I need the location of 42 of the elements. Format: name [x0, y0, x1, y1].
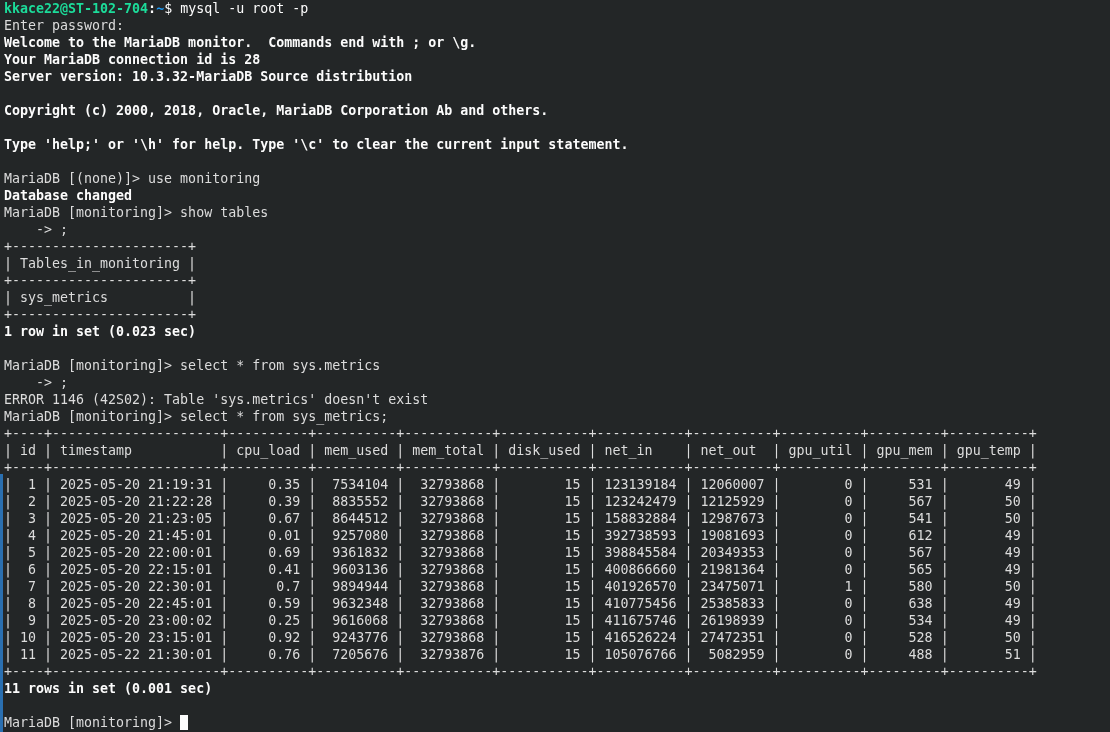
terminal-line: Welcome to the MariaDB monitor. Commands end with ; or \g.	[4, 34, 477, 51]
separator: :	[148, 0, 157, 17]
terminal-line: 11 rows in set (0.001 sec)	[4, 680, 213, 697]
terminal-line: +----+---------------------+----------+----------+-----------+-----------+-----------+----------+----------+---------+----------+	[4, 459, 1037, 476]
terminal-line: ERROR 1146 (42S02): Table 'sys.metrics' doesn't exist	[4, 391, 429, 408]
terminal-line: -> ;	[35, 221, 69, 238]
terminal-line: -> ;	[35, 374, 69, 391]
terminal-line: Enter password:	[4, 17, 125, 34]
terminal-line: MariaDB [monitoring]> select * from sys.metrics	[4, 357, 381, 374]
terminal-line: +----------------------+	[4, 272, 197, 289]
terminal-line: | 6 | 2025-05-20 22:15:01 | 0.41 | 9603136 | 32793868 | 15 | 400866660 | 21981364 | 0 | 565 | 49 |	[4, 561, 1037, 578]
terminal-line: | 10 | 2025-05-20 23:15:01 | 0.92 | 9243776 | 32793868 | 15 | 416526224 | 27472351 | 0 | 528 | 50 |	[4, 629, 1037, 646]
terminal-line: | 7 | 2025-05-20 22:30:01 | 0.7 | 9894944 | 32793868 | 15 | 401926570 | 23475071 | 1 | 580 | 50 |	[4, 578, 1037, 595]
terminal-line: +----------------------+	[4, 306, 197, 323]
terminal-line: | 4 | 2025-05-20 21:45:01 | 0.01 | 9257080 | 32793868 | 15 | 392738593 | 19081693 | 0 | 612 | 49 |	[4, 527, 1037, 544]
terminal-line: | Tables_in_monitoring |	[4, 255, 197, 272]
terminal-line: MariaDB [monitoring]> show tables	[4, 204, 269, 221]
terminal-line: | id | timestamp | cpu_load | mem_used | mem_total | disk_used | net_in | net_out | gpu_util | gpu_mem | gpu_temp |	[4, 442, 1037, 459]
terminal-line: | 5 | 2025-05-20 22:00:01 | 0.69 | 9361832 | 32793868 | 15 | 398845584 | 20349353 | 0 | 567 | 49 |	[4, 544, 1037, 561]
terminal-line: Server version: 10.3.32-MariaDB Source distribution	[4, 68, 413, 85]
terminal-line: Your MariaDB connection id is 28	[4, 51, 261, 68]
terminal-line: | sys_metrics |	[4, 289, 197, 306]
terminal-line: | 3 | 2025-05-20 21:23:05 | 0.67 | 8644512 | 32793868 | 15 | 158832884 | 12987673 | 0 | 541 | 50 |	[4, 510, 1037, 527]
prompt-symbol: $	[164, 0, 173, 17]
terminal-line: | 2 | 2025-05-20 21:22:28 | 0.39 | 8835552 | 32793868 | 15 | 123242479 | 12125929 | 0 | 567 | 50 |	[4, 493, 1037, 510]
prompt-text: MariaDB [monitoring]>	[4, 714, 174, 731]
command-text: mysql -u root -p	[179, 0, 309, 17]
terminal-line: +----+---------------------+----------+----------+-----------+-----------+-----------+----------+----------+---------+----------+	[4, 663, 1037, 680]
terminal-line: | 9 | 2025-05-20 23:00:02 | 0.25 | 9616068 | 32793868 | 15 | 411675746 | 26198939 | 0 | 534 | 49 |	[4, 612, 1037, 629]
terminal-line: | 8 | 2025-05-20 22:45:01 | 0.59 | 9632348 | 32793868 | 15 | 410775456 | 25385833 | 0 | 638 | 49 |	[4, 595, 1037, 612]
directory-path: ~	[156, 0, 165, 17]
terminal-line: | 1 | 2025-05-20 21:19:31 | 0.35 | 7534104 | 32793868 | 15 | 123139184 | 12060007 | 0 | 531 | 49 |	[4, 476, 1037, 493]
user-host: kkace22@ST-102-704	[4, 0, 149, 17]
terminal-line: Copyright (c) 2000, 2018, Oracle, MariaDB Corporation Ab and others.	[4, 102, 549, 119]
terminal-line: | 11 | 2025-05-22 21:30:01 | 0.76 | 7205676 | 32793876 | 15 | 105076766 | 5082959 | 0 | 488 | 51 |	[4, 646, 1037, 663]
terminal-line: Type 'help;' or '\h' for help. Type '\c' to clear the current input statement.	[4, 136, 629, 153]
terminal-line: 1 row in set (0.023 sec)	[4, 323, 197, 340]
terminal-line: +----+---------------------+----------+----------+-----------+-----------+-----------+----------+----------+---------+----------+	[4, 425, 1037, 442]
terminal-line: MariaDB [monitoring]> select * from sys_metrics;	[4, 408, 389, 425]
terminal-line: +----------------------+	[4, 238, 197, 255]
terminal-line: MariaDB [(none)]> use monitoring	[4, 170, 261, 187]
terminal-line: Database changed	[4, 187, 133, 204]
